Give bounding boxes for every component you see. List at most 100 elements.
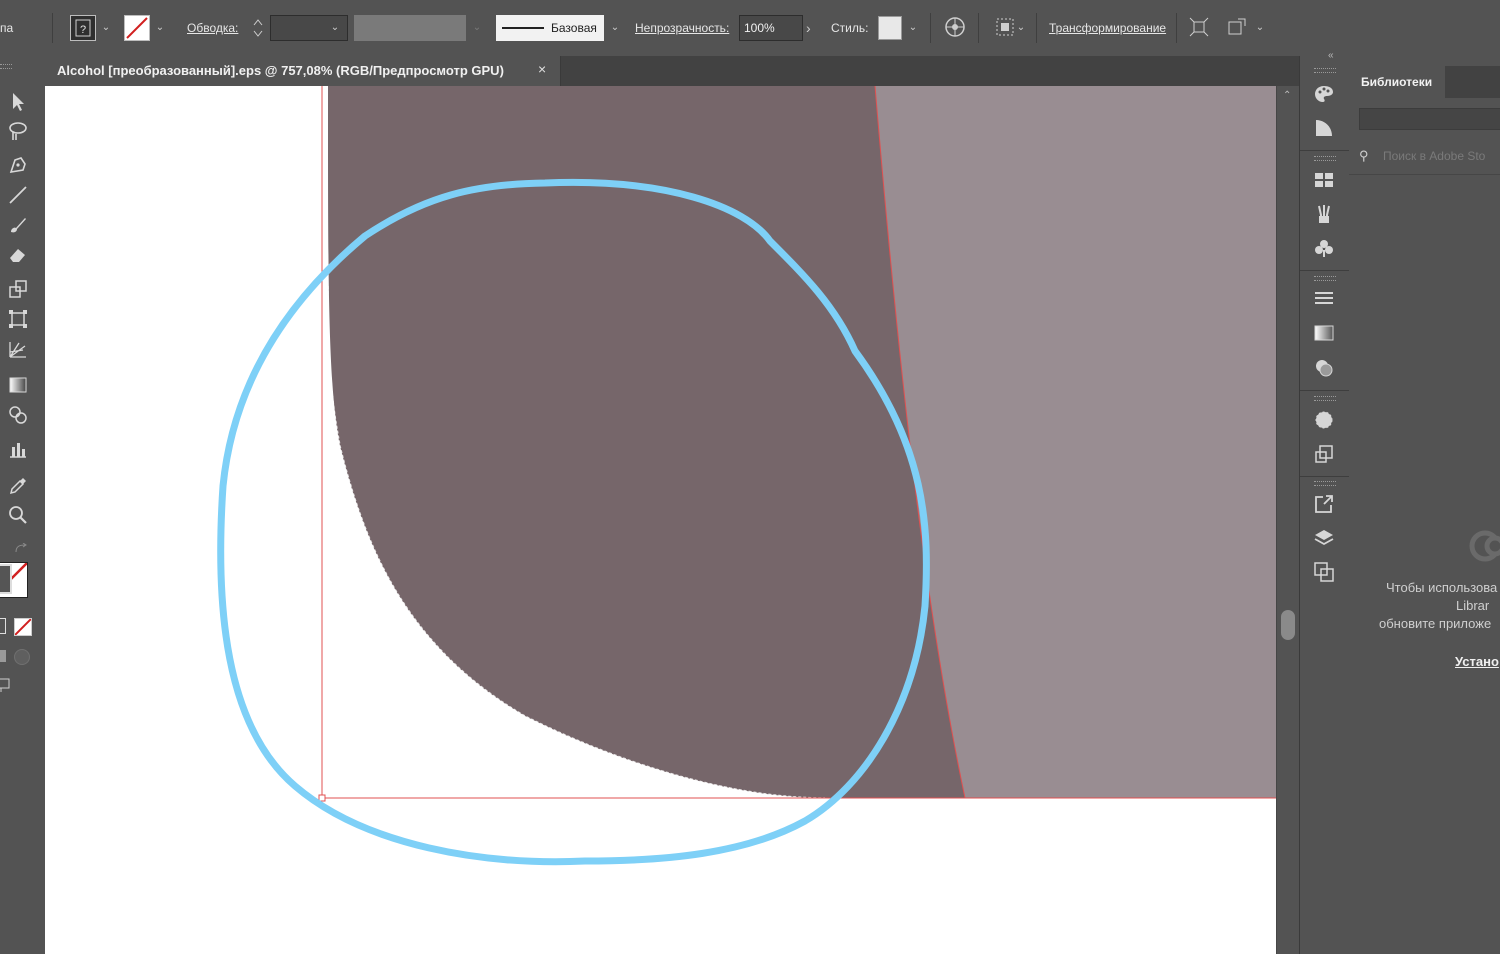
document-tab[interactable]: Alcohol [преобразованный].eps @ 757,08% … — [45, 56, 561, 86]
collapse-panels-icon[interactable]: « — [1328, 50, 1334, 61]
none-mode-button[interactable] — [14, 618, 32, 636]
chevron-down-icon[interactable]: ⌄ — [610, 23, 620, 33]
chevron-down-icon[interactable]: ⌄ — [101, 23, 111, 33]
panel-grip[interactable] — [0, 64, 12, 69]
pen-icon — [9, 157, 26, 174]
tool-shape-builder[interactable] — [4, 402, 32, 428]
dock-color-guide[interactable] — [1312, 116, 1336, 140]
document-tab-title: Alcohol [преобразованный].eps @ 757,08% … — [57, 63, 504, 78]
panel-grip[interactable] — [1314, 396, 1336, 401]
swap-colors-icon[interactable] — [14, 542, 28, 554]
tool-gradient[interactable] — [4, 372, 32, 398]
tool-perspective-grid[interactable] — [4, 336, 32, 362]
color-mode-button[interactable] — [0, 618, 6, 634]
chevron-down-icon[interactable]: ⌄ — [155, 23, 165, 33]
tool-selection[interactable] — [4, 88, 32, 114]
vertical-scrollbar[interactable]: ⌃ — [1276, 86, 1299, 954]
chevron-down-icon[interactable]: ⌄ — [1255, 23, 1265, 33]
arrange-panel-icon[interactable] — [1226, 16, 1248, 38]
libraries-message-line1: Чтобы использова — [1386, 580, 1498, 595]
brush-icon — [11, 218, 26, 233]
dock-layers[interactable] — [1312, 526, 1336, 550]
install-link[interactable]: Устано — [1455, 654, 1499, 669]
export-icon — [1315, 495, 1333, 513]
perspective-grid-icon — [9, 342, 26, 358]
chevron-down-icon: ⌄ — [472, 22, 482, 33]
divider — [1176, 13, 1177, 43]
chevron-down-icon[interactable]: ⌄ — [330, 23, 340, 33]
tool-pen[interactable] — [4, 152, 32, 178]
panel-grip[interactable] — [1314, 276, 1336, 281]
graphic-style-swatch[interactable] — [878, 16, 902, 40]
dock-gradient[interactable] — [1312, 321, 1336, 345]
color-icon — [1315, 86, 1333, 102]
chevron-down-icon[interactable]: ⌄ — [1016, 23, 1026, 33]
eraser-icon — [10, 249, 25, 262]
align-icon[interactable] — [994, 16, 1016, 38]
stroke-swatch[interactable] — [124, 15, 150, 41]
canvas[interactable] — [45, 86, 1276, 954]
eyedropper-icon — [9, 478, 26, 495]
graph-icon — [10, 443, 26, 458]
tool-eyedropper[interactable] — [4, 472, 32, 498]
stroke-label[interactable]: Обводка: — [187, 21, 238, 35]
profile-line-preview — [502, 27, 544, 29]
dock-swatches[interactable] — [1312, 168, 1336, 192]
stroke-profile-select[interactable]: Базовая — [496, 15, 604, 41]
panel-grip[interactable] — [1314, 156, 1336, 161]
dock-artboards[interactable] — [1312, 560, 1336, 584]
question-icon: ? — [75, 19, 91, 37]
stroke-weight-stepper[interactable] — [250, 15, 266, 41]
scrollbar-thumb[interactable] — [1281, 610, 1295, 640]
dark-shape — [328, 86, 965, 798]
draw-mode-icon[interactable] — [0, 650, 6, 662]
dock-brushes[interactable] — [1312, 202, 1336, 226]
dock-export[interactable] — [1312, 492, 1336, 516]
panel-grip[interactable] — [1314, 68, 1336, 73]
panel-grip[interactable] — [1314, 481, 1336, 486]
tool-free-transform[interactable] — [4, 306, 32, 332]
dock-transparency[interactable] — [1312, 356, 1336, 380]
appearance-icon — [1315, 411, 1333, 429]
screen-mode-icon[interactable] — [14, 649, 30, 665]
dock-graphic-styles[interactable] — [1312, 442, 1336, 466]
dock-stroke[interactable] — [1312, 286, 1336, 310]
scroll-up-icon[interactable]: ⌃ — [1283, 90, 1291, 101]
divider — [1300, 150, 1349, 151]
tool-line[interactable] — [4, 182, 32, 208]
divider — [930, 13, 931, 43]
isolate-icon[interactable] — [1188, 16, 1210, 38]
recolor-artwork-icon[interactable] — [944, 16, 966, 38]
tool-eraser[interactable] — [4, 242, 32, 268]
divider — [978, 13, 979, 43]
opacity-field[interactable]: 100% — [739, 15, 803, 41]
selection-icon — [13, 93, 24, 111]
edit-toolbar-icon[interactable] — [0, 678, 12, 692]
tool-brush[interactable] — [4, 212, 32, 238]
dock-symbols[interactable] — [1312, 236, 1336, 260]
stroke-profile-label: Базовая — [551, 21, 597, 35]
style-label: Стиль: — [831, 21, 869, 35]
fill-swatch[interactable]: ? — [70, 15, 96, 41]
stock-search-input[interactable]: Поиск в Adobe Sto — [1383, 149, 1485, 163]
dock-color[interactable] — [1312, 82, 1336, 106]
close-icon[interactable]: × — [538, 61, 546, 77]
tool-lasso[interactable] — [4, 118, 32, 144]
divider — [52, 13, 53, 43]
tool-zoom[interactable] — [4, 502, 32, 528]
opacity-label[interactable]: Непрозрачность: — [635, 21, 729, 35]
artwork[interactable] — [45, 86, 1276, 954]
transparency-icon — [1316, 360, 1333, 377]
fill-color-box[interactable] — [0, 564, 12, 594]
tool-scale[interactable] — [4, 276, 32, 302]
chevron-down-icon[interactable]: ⌄ — [908, 23, 918, 33]
transform-link[interactable]: Трансформирование — [1049, 21, 1166, 35]
chevron-right-icon[interactable]: › — [806, 20, 811, 36]
scale-icon — [9, 280, 27, 298]
variable-width-field[interactable] — [354, 15, 466, 41]
dock-appearance[interactable] — [1312, 408, 1336, 432]
library-select[interactable] — [1359, 108, 1500, 130]
lasso-icon — [9, 122, 27, 140]
tool-graph[interactable] — [4, 436, 32, 462]
divider — [1036, 13, 1037, 43]
